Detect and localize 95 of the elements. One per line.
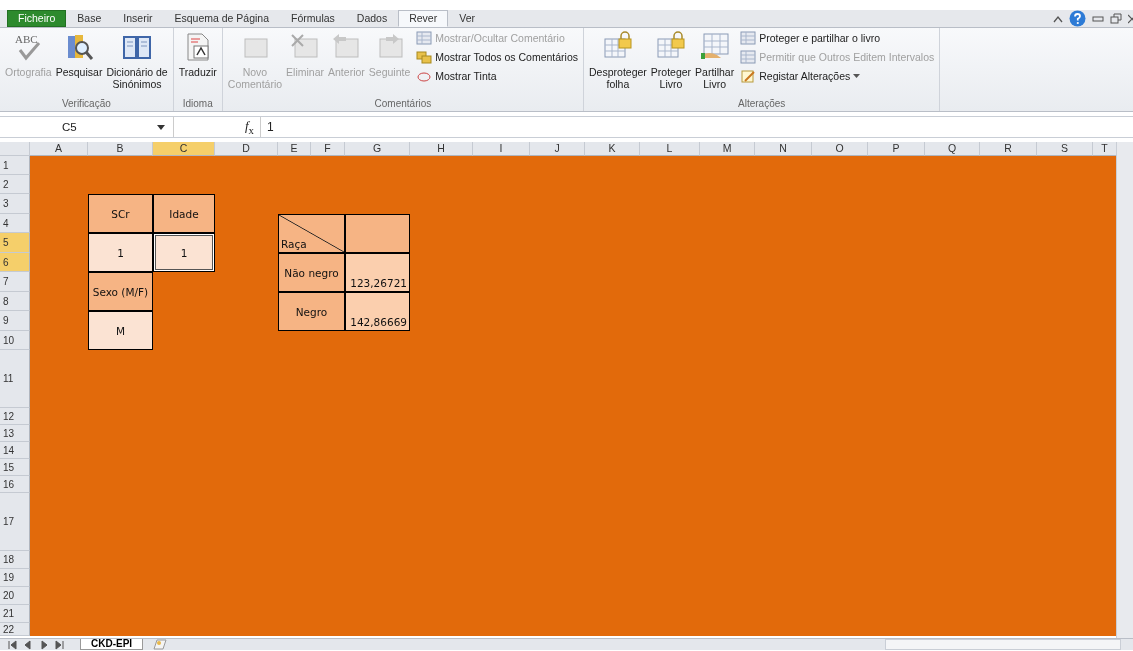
toolbar-icon (740, 31, 757, 45)
column-header[interactable]: O (812, 142, 868, 156)
ribbon-tab[interactable]: Ver (448, 10, 486, 27)
help-icon[interactable] (1069, 10, 1086, 27)
column-header[interactable]: G (345, 142, 410, 156)
name-box[interactable]: C5 (0, 121, 157, 133)
toolbar-icon (740, 50, 757, 64)
table-cell: M (88, 311, 153, 350)
column-header[interactable]: Q (925, 142, 980, 156)
row-header[interactable]: 22 (0, 623, 30, 636)
column-header[interactable]: E (278, 142, 311, 156)
restore-icon[interactable] (1110, 13, 1122, 24)
row-header[interactable]: 4 (0, 214, 30, 233)
toolbar-icon (416, 69, 433, 83)
column-header[interactable]: D (215, 142, 278, 156)
row-header[interactable]: 12 (0, 408, 30, 425)
row-header[interactable]: 5 (0, 233, 30, 253)
minimize-icon[interactable] (1092, 14, 1104, 23)
table-cell: 1 (88, 233, 153, 272)
table-cell: Raça (278, 214, 345, 253)
toolbar-icon (740, 69, 757, 83)
table-cell: Idade (153, 194, 215, 233)
row-header[interactable]: 18 (0, 551, 30, 569)
ribbon-button[interactable]: Pesquisar (53, 30, 105, 79)
formula-field[interactable]: 1 (261, 120, 1133, 134)
column-header[interactable]: L (640, 142, 700, 156)
row-header[interactable]: 14 (0, 442, 30, 459)
column-header[interactable]: N (755, 142, 812, 156)
close-icon[interactable] (1128, 13, 1133, 24)
row-header[interactable]: 1 (0, 156, 30, 175)
row-header[interactable]: 6 (0, 253, 30, 272)
group-label: Comentários (373, 98, 433, 111)
ribbon-tab[interactable]: Esquema de Página (163, 10, 281, 27)
new-sheet-icon[interactable] (151, 639, 170, 650)
column-header[interactable]: P (868, 142, 925, 156)
ribbon-button[interactable]: Proteger e partilhar o livro (738, 30, 937, 46)
ribbon-tab[interactable]: Dados (345, 10, 399, 27)
ribbon-tab[interactable]: Fórmulas (280, 10, 346, 27)
ribbon-tab[interactable]: Base (66, 10, 113, 27)
row-header[interactable]: 2 (0, 175, 30, 194)
row-header[interactable]: 17 (0, 493, 30, 551)
table-cell: 123,26721 (345, 253, 410, 292)
column-header[interactable]: K (585, 142, 640, 156)
row-header[interactable]: 16 (0, 476, 30, 493)
caret-icon (853, 74, 861, 78)
table-cell: 142,86669 (345, 292, 410, 331)
ribbon-tab[interactable]: Ficheiro (7, 10, 67, 27)
row-header[interactable]: 15 (0, 459, 30, 476)
table-cell: SCr (88, 194, 153, 233)
column-header[interactable]: A (30, 142, 88, 156)
row-header[interactable]: 11 (0, 350, 30, 408)
ribbon-button[interactable]: Mostrar Tinta (414, 68, 581, 84)
column-header[interactable]: T (1093, 142, 1116, 156)
collapse-ribbon-icon[interactable] (1053, 14, 1063, 23)
column-header[interactable]: H (410, 142, 473, 156)
column-header[interactable]: R (980, 142, 1037, 156)
column-header[interactable]: S (1037, 142, 1093, 156)
group-label: Alterações (737, 98, 787, 111)
caret-icon[interactable] (157, 124, 165, 130)
ribbon-button[interactable]: Mostrar Todos os Comentários (414, 49, 581, 65)
row-header[interactable]: 19 (0, 569, 30, 587)
column-header[interactable]: B (88, 142, 153, 156)
group-label: Verificação (60, 98, 112, 111)
ribbon-button[interactable]: Dicionário de Sinónimos (104, 30, 170, 91)
horizontal-scrollbar[interactable] (885, 639, 1121, 650)
column-header[interactable]: M (700, 142, 755, 156)
row-header[interactable]: 20 (0, 587, 30, 605)
table-cell: Negro (278, 292, 345, 331)
row-header[interactable]: 9 (0, 311, 30, 331)
row-header[interactable]: 13 (0, 425, 30, 442)
row-header[interactable]: 8 (0, 292, 30, 311)
row-header[interactable]: 3 (0, 194, 30, 214)
sheet-tab[interactable]: CKD-EPI (80, 639, 144, 650)
toolbar-icon (416, 50, 433, 64)
ribbon-button[interactable]: Proteger Livro (648, 30, 694, 91)
row-header[interactable]: 21 (0, 605, 30, 623)
ribbon-button[interactable]: Desproteger folha (587, 30, 649, 91)
ribbon-button[interactable]: Registar Alterações (738, 68, 937, 84)
row-header[interactable]: 10 (0, 331, 30, 350)
table-cell: 1 (153, 233, 215, 272)
toolbar-icon (416, 31, 433, 45)
table-cell: Sexo (M/F) (88, 272, 153, 311)
column-header[interactable]: I (473, 142, 530, 156)
column-header[interactable]: F (311, 142, 345, 156)
row-header[interactable]: 7 (0, 272, 30, 292)
column-header[interactable]: C (153, 142, 215, 156)
ribbon-tab[interactable]: Rever (398, 10, 449, 27)
vertical-scrollbar[interactable] (1116, 142, 1133, 638)
group-label: Idioma (181, 98, 214, 111)
table-cell: Não negro (278, 253, 345, 292)
ribbon-tab[interactable]: Inserir (112, 10, 164, 27)
column-header[interactable]: J (530, 142, 585, 156)
ribbon-button[interactable]: Traduzir (176, 30, 219, 79)
insert-function-button[interactable]: f$_{x}$ (244, 118, 254, 136)
ribbon-button[interactable]: Partilhar Livro (693, 30, 737, 91)
